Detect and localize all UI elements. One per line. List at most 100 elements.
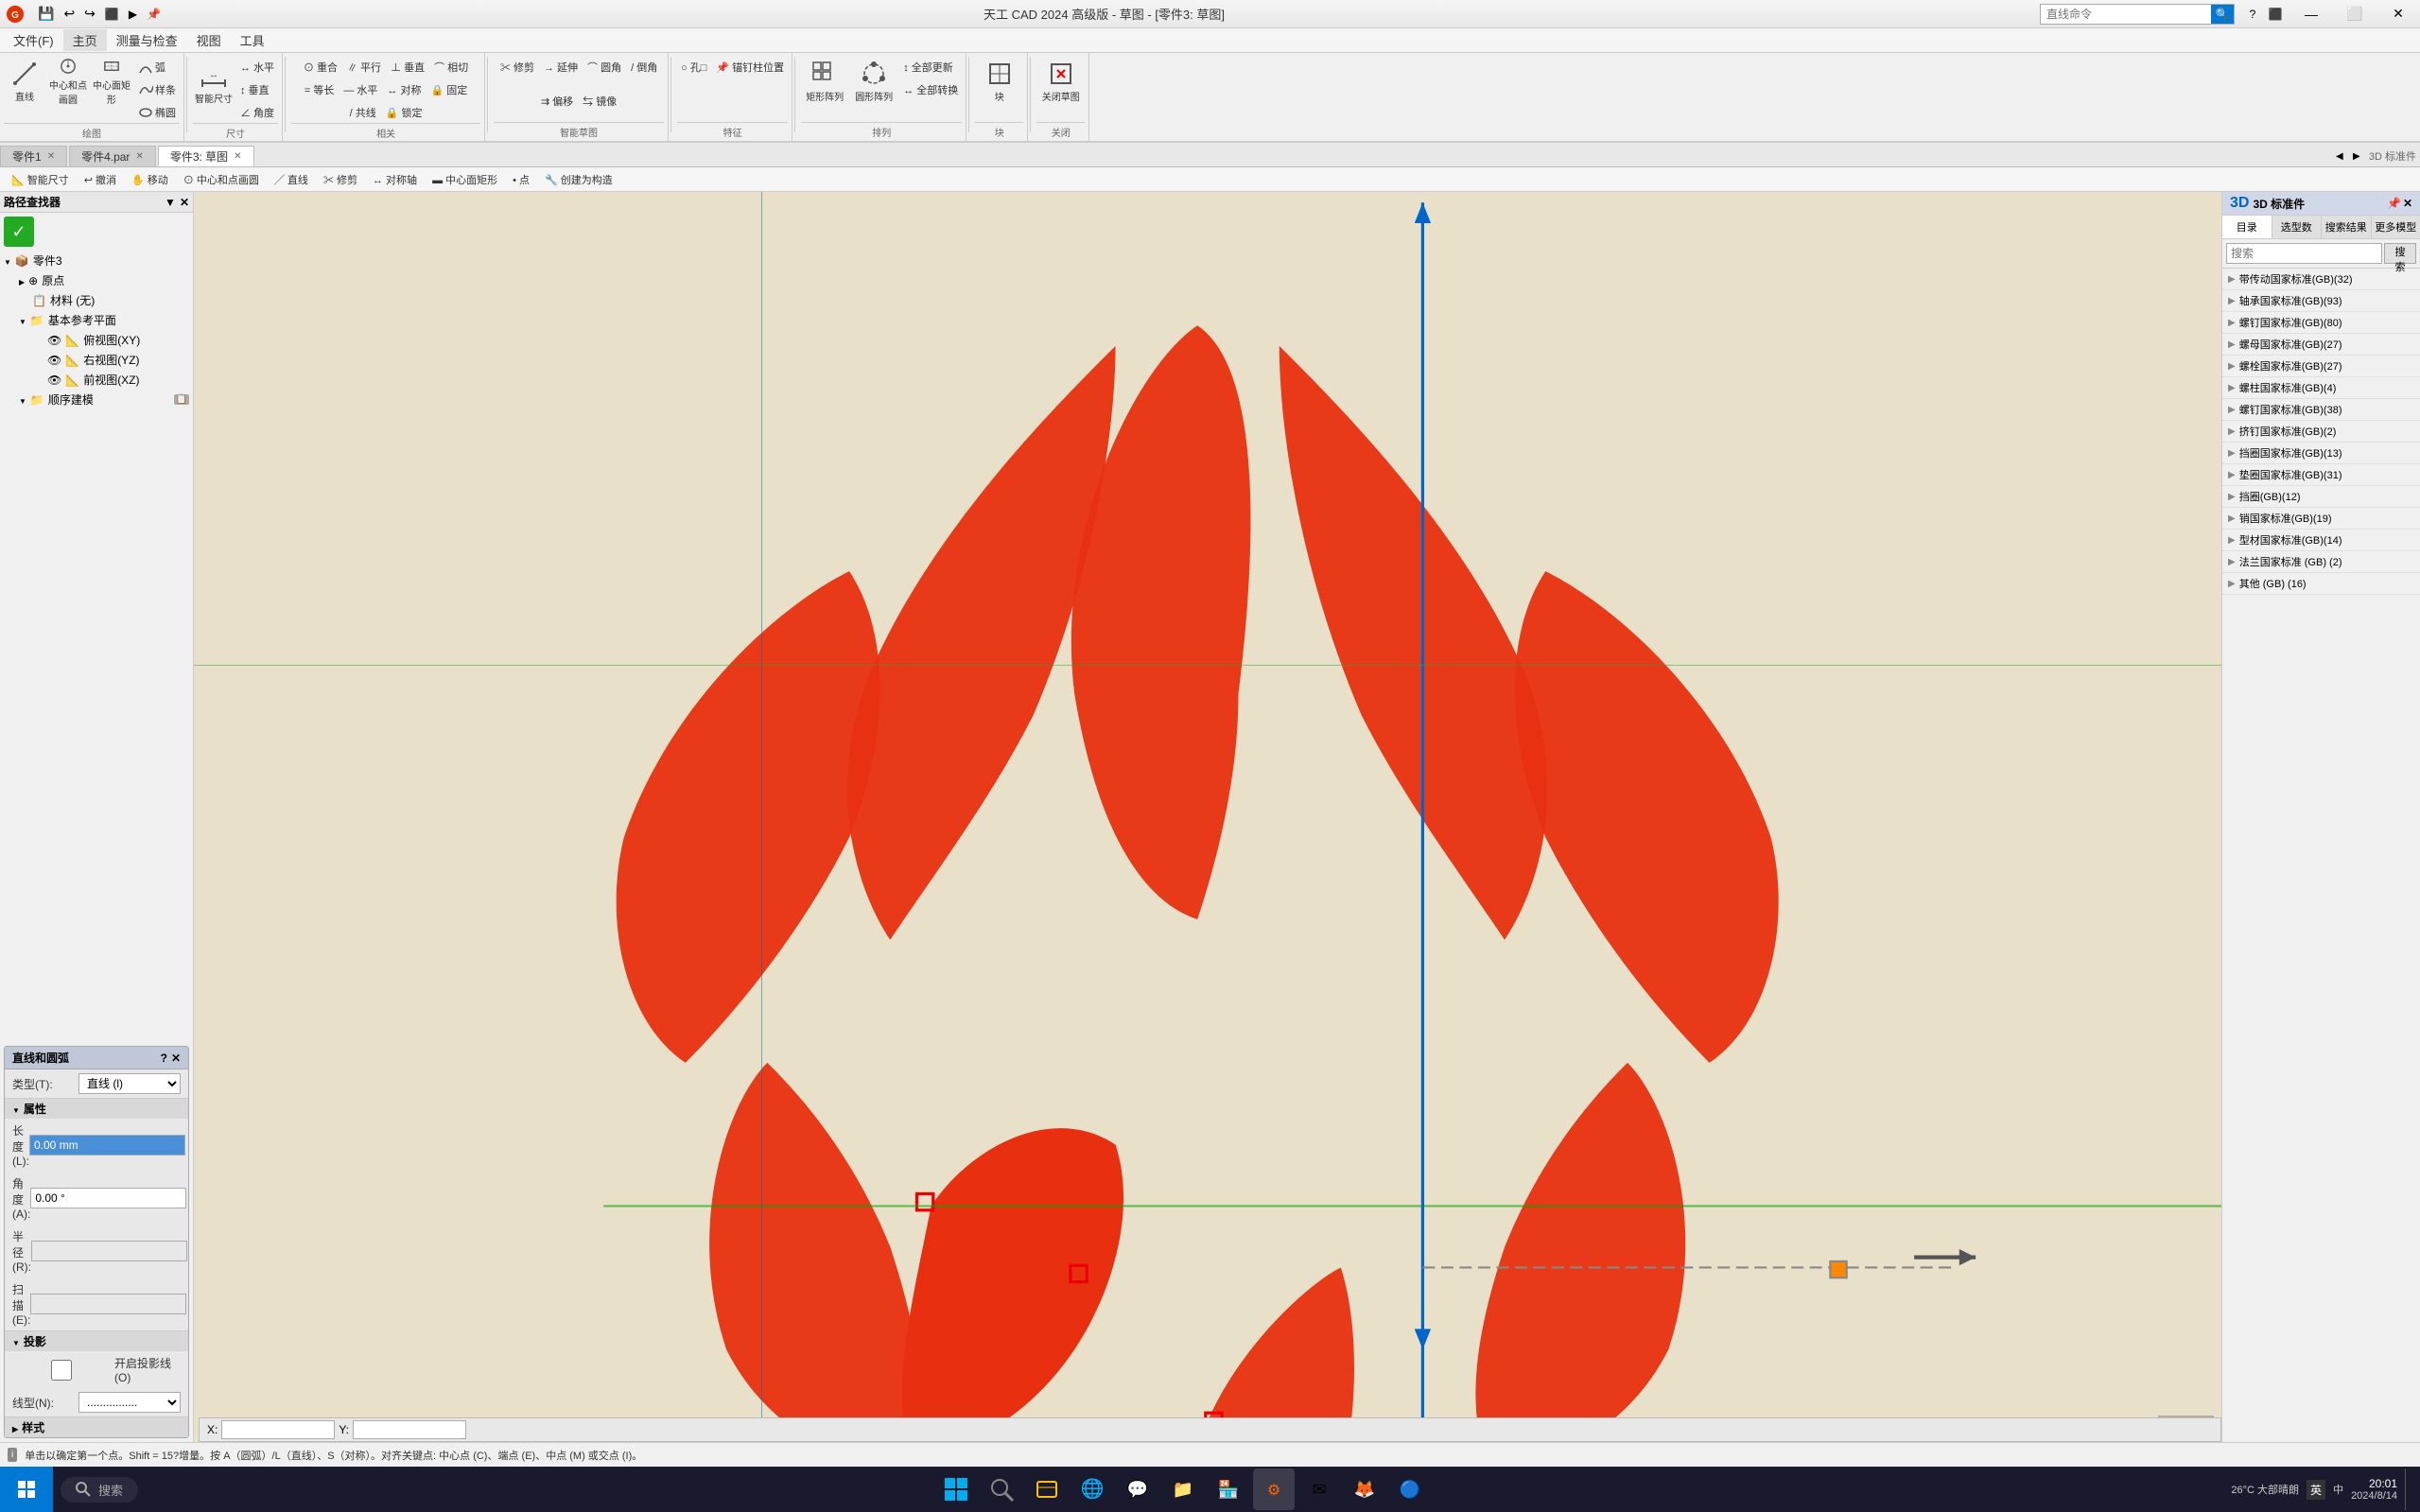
cmd-rect[interactable]: ▬ 中心面矩形: [427, 170, 503, 189]
tray-show-desktop[interactable]: [2405, 1469, 2409, 1510]
tb-item-3[interactable]: [1026, 1469, 1068, 1510]
confirm-btn[interactable]: ✓: [4, 217, 34, 247]
tree-view-xz[interactable]: 👁 📐 前视图(XZ): [4, 370, 189, 390]
tb-item-6[interactable]: 📁: [1162, 1469, 1204, 1510]
canvas-area[interactable]: FRONT-: [194, 192, 2221, 1442]
tb-cad-item[interactable]: ⚙: [1253, 1469, 1295, 1510]
redo-btn[interactable]: ↪: [80, 4, 99, 24]
path-finder-expand[interactable]: ▼: [165, 196, 176, 209]
menu-view[interactable]: 视图: [187, 29, 231, 51]
rp-tab-catalog[interactable]: 目录: [2222, 216, 2272, 238]
spline-btn[interactable]: 样条: [134, 79, 180, 100]
tab-part3[interactable]: 零件3: 草图 ✕: [158, 146, 254, 166]
vert-dim-btn[interactable]: ↕ 垂直: [236, 79, 278, 100]
tb-item-1[interactable]: [935, 1469, 977, 1510]
mirror-btn[interactable]: ⇆ 镜像: [579, 91, 620, 112]
line-btn[interactable]: 直线: [4, 57, 45, 106]
ellipse-btn[interactable]: 椭圆: [134, 102, 180, 123]
attr-section[interactable]: 属性: [5, 1098, 188, 1119]
expand-btn[interactable]: ⬛: [2265, 4, 2286, 25]
tb-item-5[interactable]: 💬: [1117, 1469, 1158, 1510]
equal-btn[interactable]: = 等长: [301, 79, 338, 100]
tab-prev-btn[interactable]: ◀: [2331, 146, 2348, 166]
x-input[interactable]: [221, 1420, 335, 1439]
undo-btn[interactable]: ↩: [60, 4, 78, 24]
rp-close-btn[interactable]: ✕: [2403, 197, 2412, 210]
menu-measure[interactable]: 测量与检查: [107, 29, 187, 51]
rp-item-10[interactable]: ▶ 挡圈(GB)(12): [2222, 486, 2420, 508]
fixed-btn[interactable]: 🔒 固定: [427, 79, 471, 100]
type-select[interactable]: 直线 (l) 圆弧: [78, 1073, 181, 1094]
arc-btn[interactable]: 弧: [134, 57, 180, 78]
tab-next-btn[interactable]: ▶: [2348, 146, 2365, 166]
tab1-close[interactable]: ✕: [47, 151, 55, 162]
canvas-svg[interactable]: [194, 192, 2221, 1442]
help-btn[interactable]: ?: [2242, 4, 2263, 25]
tb-item-8[interactable]: ✉: [1298, 1469, 1340, 1510]
rp-tab-results[interactable]: 搜索结果: [2322, 216, 2372, 238]
menu-file[interactable]: 文件(F): [4, 29, 63, 51]
tree-root[interactable]: 📦 零件3: [4, 251, 189, 270]
tb-item-7[interactable]: 🏪: [1208, 1469, 1249, 1510]
coincident-btn[interactable]: ⊙ 重合: [300, 57, 341, 78]
start-button[interactable]: [0, 1467, 53, 1512]
tb-item-9[interactable]: 🦊: [1344, 1469, 1385, 1510]
path-finder-close[interactable]: ✕: [180, 196, 189, 209]
rect-array-btn[interactable]: 矩形阵列: [801, 57, 848, 106]
tree-view-yz[interactable]: 👁 📐 右视图(YZ): [4, 350, 189, 370]
rp-item-2[interactable]: ▶ 螺钉国家标准(GB)(80): [2222, 312, 2420, 334]
rp-item-11[interactable]: ▶ 销国家标准(GB)(19): [2222, 508, 2420, 530]
rp-item-4[interactable]: ▶ 螺栓国家标准(GB)(27): [2222, 356, 2420, 377]
update-all-btn[interactable]: ↕ 全部更新: [899, 57, 962, 78]
horiz-dim-btn[interactable]: ↔ 水平: [236, 57, 278, 78]
cmd-smart-dim[interactable]: 📐 智能尺寸: [6, 170, 75, 189]
rp-item-3[interactable]: ▶ 螺母国家标准(GB)(27): [2222, 334, 2420, 356]
right-search-btn[interactable]: 搜索: [2384, 243, 2416, 264]
extend-btn[interactable]: → 延伸: [540, 57, 582, 78]
offset-btn[interactable]: ⇉ 偏移: [537, 91, 577, 112]
rp-item-7[interactable]: ▶ 挤钉国家标准(GB)(2): [2222, 421, 2420, 443]
tab3-close[interactable]: ✕: [234, 151, 241, 162]
rp-tab-select[interactable]: 选型数: [2272, 216, 2323, 238]
rp-item-13[interactable]: ▶ 法兰国家标准 (GB) (2): [2222, 551, 2420, 573]
tab-part4[interactable]: 零件4.par ✕: [69, 146, 156, 166]
parallel-btn[interactable]: ∥ 平行: [343, 57, 385, 78]
tray-lang[interactable]: 英: [2307, 1480, 2325, 1500]
cmd-move[interactable]: ✋ 移动: [126, 170, 174, 189]
tree-material[interactable]: 📋 材料 (无): [4, 290, 189, 310]
rp-pin-btn[interactable]: 📌: [2387, 197, 2401, 210]
rp-item-12[interactable]: ▶ 型材国家标准(GB)(14): [2222, 530, 2420, 551]
close-btn[interactable]: ✕: [2376, 0, 2420, 28]
dialog-close-btn[interactable]: ✕: [171, 1051, 181, 1065]
menu-home[interactable]: 主页: [63, 29, 107, 51]
pin-btn[interactable]: 📌: [143, 6, 165, 23]
play-btn[interactable]: ▶: [125, 6, 141, 23]
minimize-btn[interactable]: —: [2289, 0, 2333, 28]
rp-item-5[interactable]: ▶ 螺柱国家标准(GB)(4): [2222, 377, 2420, 399]
transform-all-btn[interactable]: ↔ 全部转换: [899, 79, 962, 100]
cmd-circle[interactable]: ⊙ 中心和点画圆: [178, 170, 265, 189]
rect-btn[interactable]: 中心面矩形: [91, 57, 132, 106]
cmd-undo[interactable]: ↩ 撤消: [78, 170, 122, 189]
dialog-help-btn[interactable]: ?: [161, 1051, 167, 1065]
length-input[interactable]: [29, 1135, 185, 1156]
tab2-close[interactable]: ✕: [135, 151, 143, 162]
tb-item-4[interactable]: 🌐: [1071, 1469, 1113, 1510]
angle-input[interactable]: [30, 1188, 186, 1208]
chamfer-btn[interactable]: / 倒角: [627, 57, 661, 78]
perp-btn[interactable]: ⊥ 垂直: [387, 57, 428, 78]
rp-item-1[interactable]: ▶ 轴承国家标准(GB)(93): [2222, 290, 2420, 312]
linetype-select[interactable]: ................ — — — — ─────: [78, 1392, 181, 1413]
hole-btn[interactable]: ○ 孔□: [677, 57, 710, 78]
sym-btn[interactable]: ↔ 对称: [383, 79, 425, 100]
rp-item-9[interactable]: ▶ 垫圈国家标准(GB)(31): [2222, 464, 2420, 486]
search-button[interactable]: 🔍: [2211, 5, 2234, 24]
taskbar-search[interactable]: 搜索: [61, 1477, 138, 1503]
stop-btn[interactable]: ⬛: [101, 6, 123, 23]
block-btn[interactable]: 块: [979, 57, 1020, 106]
maximize-btn[interactable]: ⬜: [2333, 0, 2376, 28]
tab-part1[interactable]: 零件1 ✕: [0, 146, 67, 166]
menu-tools[interactable]: 工具: [231, 29, 274, 51]
collinear-btn[interactable]: / 共线: [346, 102, 380, 123]
cmd-trim[interactable]: ✂ 修剪: [318, 170, 363, 189]
